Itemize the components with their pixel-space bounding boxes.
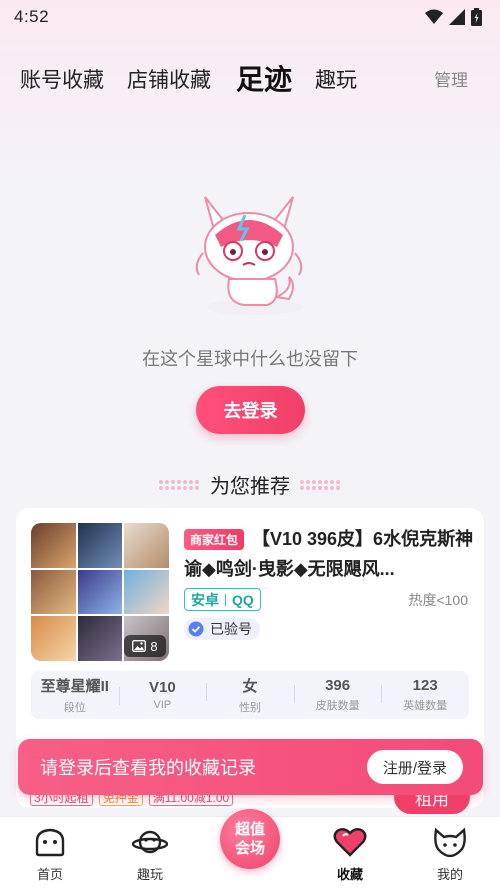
- center-label-1: 超值: [234, 821, 265, 838]
- cat-face-icon: [434, 827, 466, 858]
- verified-label: 已验号: [210, 621, 252, 637]
- tab-fun[interactable]: 趣玩: [315, 64, 357, 94]
- recommend-title: 为您推荐: [210, 476, 290, 498]
- stat-value: V10: [149, 679, 176, 696]
- nav-mine[interactable]: 我的: [420, 827, 480, 883]
- center-label-2: 会场: [234, 840, 265, 857]
- skin-thumbnail: [77, 616, 123, 661]
- skin-thumbnail: [31, 523, 76, 568]
- heart-icon: [333, 828, 367, 857]
- go-login-button[interactable]: 去登录: [196, 386, 305, 434]
- recommend-heading: 为您推荐: [0, 470, 500, 499]
- skin-thumbnail: [124, 523, 169, 568]
- platform-tag: 安卓 QQ: [184, 588, 261, 611]
- nav-label: 收藏: [336, 867, 363, 882]
- verified-shield-icon: [188, 621, 204, 637]
- stat-value: 至尊星耀II: [40, 678, 109, 695]
- status-icons: [425, 8, 482, 26]
- login-prompt-message: 请登录后查看我的收藏记录: [40, 758, 256, 778]
- battery-icon: [471, 8, 482, 26]
- tab-account-favorites[interactable]: 账号收藏: [20, 64, 104, 94]
- planet-icon: [131, 830, 169, 854]
- nav-super-value-venue[interactable]: 超值 会场: [220, 809, 280, 869]
- stat-label: 皮肤数量: [315, 700, 360, 712]
- nav-label: 首页: [36, 867, 63, 882]
- image-count: 8: [150, 638, 158, 654]
- skin-thumbnail: [77, 523, 123, 568]
- stat-label: 英雄数量: [403, 700, 448, 712]
- skin-thumbnail: [77, 569, 123, 615]
- account-stats-bar: 至尊星耀II 段位 V10 VIP 女 性别 396 皮肤数量 123 英雄数量: [31, 671, 469, 719]
- stat-value: 女: [242, 678, 258, 695]
- tab-shop-favorites[interactable]: 店铺收藏: [127, 64, 211, 94]
- status-time: 4:52: [14, 7, 50, 26]
- tab-footprints[interactable]: 足迹: [236, 58, 292, 98]
- login-prompt-banner: 请登录后查看我的收藏记录 注册/登录: [18, 739, 483, 795]
- register-login-button[interactable]: 注册/登录: [366, 750, 463, 784]
- verified-badge: 已验号: [184, 618, 260, 640]
- stat-label: VIP: [153, 699, 172, 711]
- signal-icon: [449, 9, 465, 25]
- stat-heroes: 123 英雄数量: [381, 677, 469, 713]
- nav-favorites[interactable]: 收藏: [320, 827, 380, 883]
- platform-label: 安卓: [191, 591, 219, 608]
- stat-label: 段位: [63, 702, 86, 714]
- nav-fun[interactable]: 趣玩: [120, 827, 180, 883]
- skin-thumbnail: [31, 569, 76, 615]
- home-icon: [35, 828, 65, 857]
- nav-label: 我的: [436, 867, 463, 882]
- status-bar: 4:52: [0, 0, 500, 34]
- wifi-icon: [425, 9, 443, 24]
- stat-rank: 至尊星耀II 段位: [31, 675, 119, 715]
- stat-skins: 396 皮肤数量: [293, 677, 382, 713]
- stat-value: 123: [412, 677, 438, 694]
- stat-value: 396: [325, 677, 351, 694]
- image-count-badge: 8: [124, 635, 166, 657]
- nav-home[interactable]: 首页: [20, 827, 80, 883]
- account-type-label: QQ: [232, 591, 254, 608]
- tag-divider: [225, 593, 226, 606]
- stat-gender: 女 性别: [206, 675, 294, 715]
- stat-vip: V10 VIP: [118, 679, 207, 711]
- stat-label: 性别: [238, 702, 261, 714]
- image-icon: [132, 640, 147, 652]
- shop-red-packet-badge: 商家红包: [184, 529, 245, 550]
- manage-button[interactable]: 管理: [434, 66, 468, 91]
- heat-value: 热度<100: [408, 592, 468, 608]
- decorative-dots-left: [159, 479, 200, 490]
- skin-thumbnail: [124, 569, 169, 615]
- decorative-dots-right: [300, 479, 341, 490]
- empty-state-message: 在这个星球中什么也没留下: [142, 349, 358, 369]
- skin-thumbnail: [31, 616, 76, 661]
- empty-state-mascot-illustration: [195, 196, 303, 315]
- bottom-navigation: 首页 趣玩 超值 会场 收藏 我的: [0, 809, 500, 889]
- nav-label: 趣玩: [136, 867, 163, 882]
- collection-tabs: 账号收藏 店铺收藏 足迹 趣玩: [0, 55, 500, 99]
